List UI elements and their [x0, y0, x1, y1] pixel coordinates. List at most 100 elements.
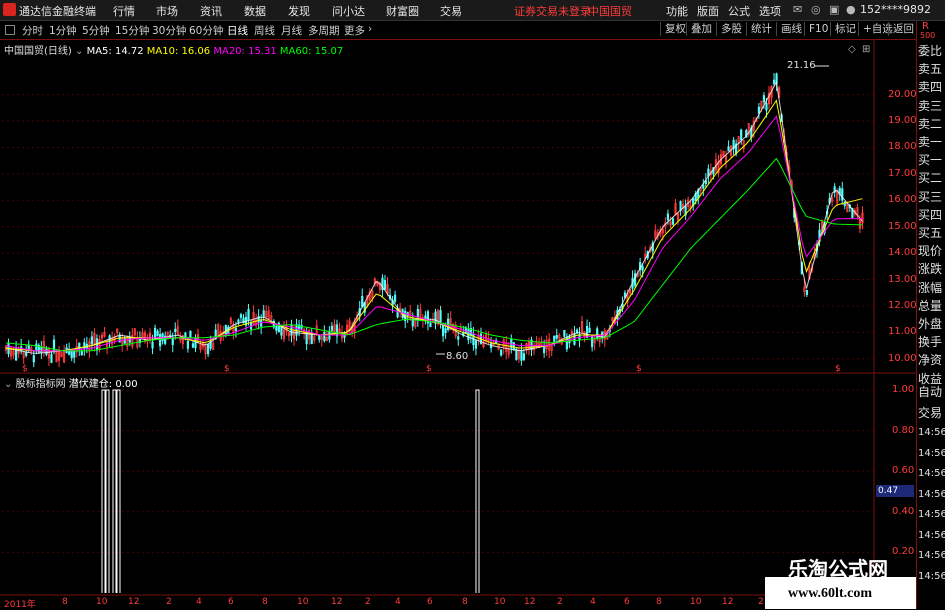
candle-body — [601, 331, 604, 338]
date-tick-label: 8 — [62, 597, 68, 607]
candle-body — [83, 342, 86, 349]
candle-body — [171, 337, 174, 345]
candle-body — [591, 335, 594, 348]
indicator-tick-label: 0.20 — [892, 546, 915, 558]
indicator-tick-label: 0.80 — [892, 424, 915, 436]
candle-body — [424, 315, 427, 319]
candle-body — [260, 320, 263, 327]
candle-body — [500, 349, 503, 356]
price-tick-label: 20.00 — [888, 88, 917, 100]
candle-body — [441, 324, 445, 337]
candle-body — [184, 332, 187, 339]
date-tick-label: 10 — [96, 597, 108, 607]
candle-body — [318, 335, 321, 340]
candle-body — [73, 350, 76, 358]
price-tick-label: 11.00 — [888, 326, 917, 338]
candle-body — [444, 328, 447, 334]
date-tick-label: 4 — [590, 597, 596, 607]
date-tick-label: 12 — [524, 597, 536, 607]
price-tick-label: 16.00 — [888, 194, 917, 206]
candle-body — [457, 336, 460, 340]
ma60-line — [5, 157, 863, 352]
candle-body — [323, 331, 326, 342]
date-tick-label: 2011年 — [4, 600, 36, 610]
date-tick-label: 4 — [196, 597, 202, 607]
date-tick-label: 2 — [758, 597, 764, 607]
candle-body — [32, 355, 35, 363]
candle-body — [429, 322, 432, 328]
candle-body — [335, 324, 339, 337]
date-tick-label: 10 — [494, 597, 506, 607]
candle-body — [772, 79, 776, 84]
candle-body — [757, 106, 760, 114]
date-tick-label: 10 — [297, 597, 309, 607]
date-tick-label: 6 — [228, 597, 234, 607]
indicator-tick-label: 1.00 — [892, 384, 915, 395]
candle-body — [765, 103, 768, 111]
date-tick-label: 8 — [262, 597, 268, 607]
date-tick-label: 2 — [166, 597, 172, 607]
kline-chart[interactable]: $ $ $ $ $ — [0, 0, 945, 609]
dividend-marker: $ — [22, 364, 28, 374]
indicator-signal-bar — [116, 389, 121, 593]
indicator-signal-bar — [105, 389, 110, 593]
candle-body — [666, 213, 670, 221]
price-tick-label: 18.00 — [888, 141, 917, 153]
date-tick-label: 12 — [722, 597, 734, 607]
candle-body — [805, 290, 808, 296]
candle-body — [159, 334, 162, 347]
candle-body — [50, 354, 53, 363]
candle-body — [740, 129, 743, 141]
dividend-marker: $ — [636, 364, 642, 374]
indicator-signal-bar — [475, 389, 480, 593]
candle-body — [174, 328, 177, 333]
watermark-title: 乐淘公式网 — [788, 557, 888, 581]
candle-body — [90, 336, 93, 345]
candle-body — [727, 146, 730, 152]
candle-body — [520, 350, 523, 361]
watermark-url: www.60lt.com — [788, 586, 872, 601]
date-tick-label: 10 — [690, 597, 702, 607]
candle-body — [45, 348, 48, 355]
candle-body — [439, 310, 442, 323]
candle-body — [262, 310, 265, 317]
price-tick-label: 12.00 — [888, 299, 917, 311]
indicator-tick-label: 0.40 — [892, 505, 915, 517]
candle-body — [305, 333, 308, 345]
candle-body — [522, 353, 526, 361]
date-tick-label: 8 — [656, 597, 662, 607]
candle-body — [40, 346, 43, 353]
candle-body — [239, 314, 243, 318]
date-tick-label: 2 — [365, 597, 371, 607]
candle-body — [207, 344, 210, 355]
candle-body — [383, 280, 387, 290]
candle-body — [671, 218, 675, 225]
candle-body — [275, 325, 278, 331]
ma5-line — [5, 80, 863, 354]
candle-body — [189, 330, 192, 338]
dividend-marker: $ — [426, 364, 432, 374]
candle-body — [702, 184, 705, 189]
high-annotation: 21.16 — [787, 60, 816, 71]
price-tick-label: 10.00 — [888, 352, 917, 364]
date-tick-label: 4 — [395, 597, 401, 607]
low-annotation: 8.60 — [446, 351, 469, 362]
price-tick-label: 14.00 — [888, 247, 917, 259]
candle-body — [151, 341, 154, 349]
candle-body — [555, 335, 558, 339]
indicator-signal-bar — [101, 389, 106, 593]
candle-body — [841, 188, 844, 201]
candle-body — [416, 308, 419, 320]
date-tick-label: 6 — [624, 597, 630, 607]
candle-body — [25, 351, 28, 356]
price-tick-label: 17.00 — [888, 167, 917, 179]
candle-body — [543, 347, 546, 353]
candle-body — [295, 324, 298, 336]
candle-body — [310, 333, 313, 345]
dividend-marker: $ — [224, 364, 230, 374]
candle-body — [762, 95, 766, 103]
price-tick-label: 15.00 — [888, 220, 917, 232]
price-tick-label: 13.00 — [888, 273, 917, 285]
indicator-tick-label: 0.60 — [892, 465, 915, 477]
candle-body — [553, 335, 556, 342]
